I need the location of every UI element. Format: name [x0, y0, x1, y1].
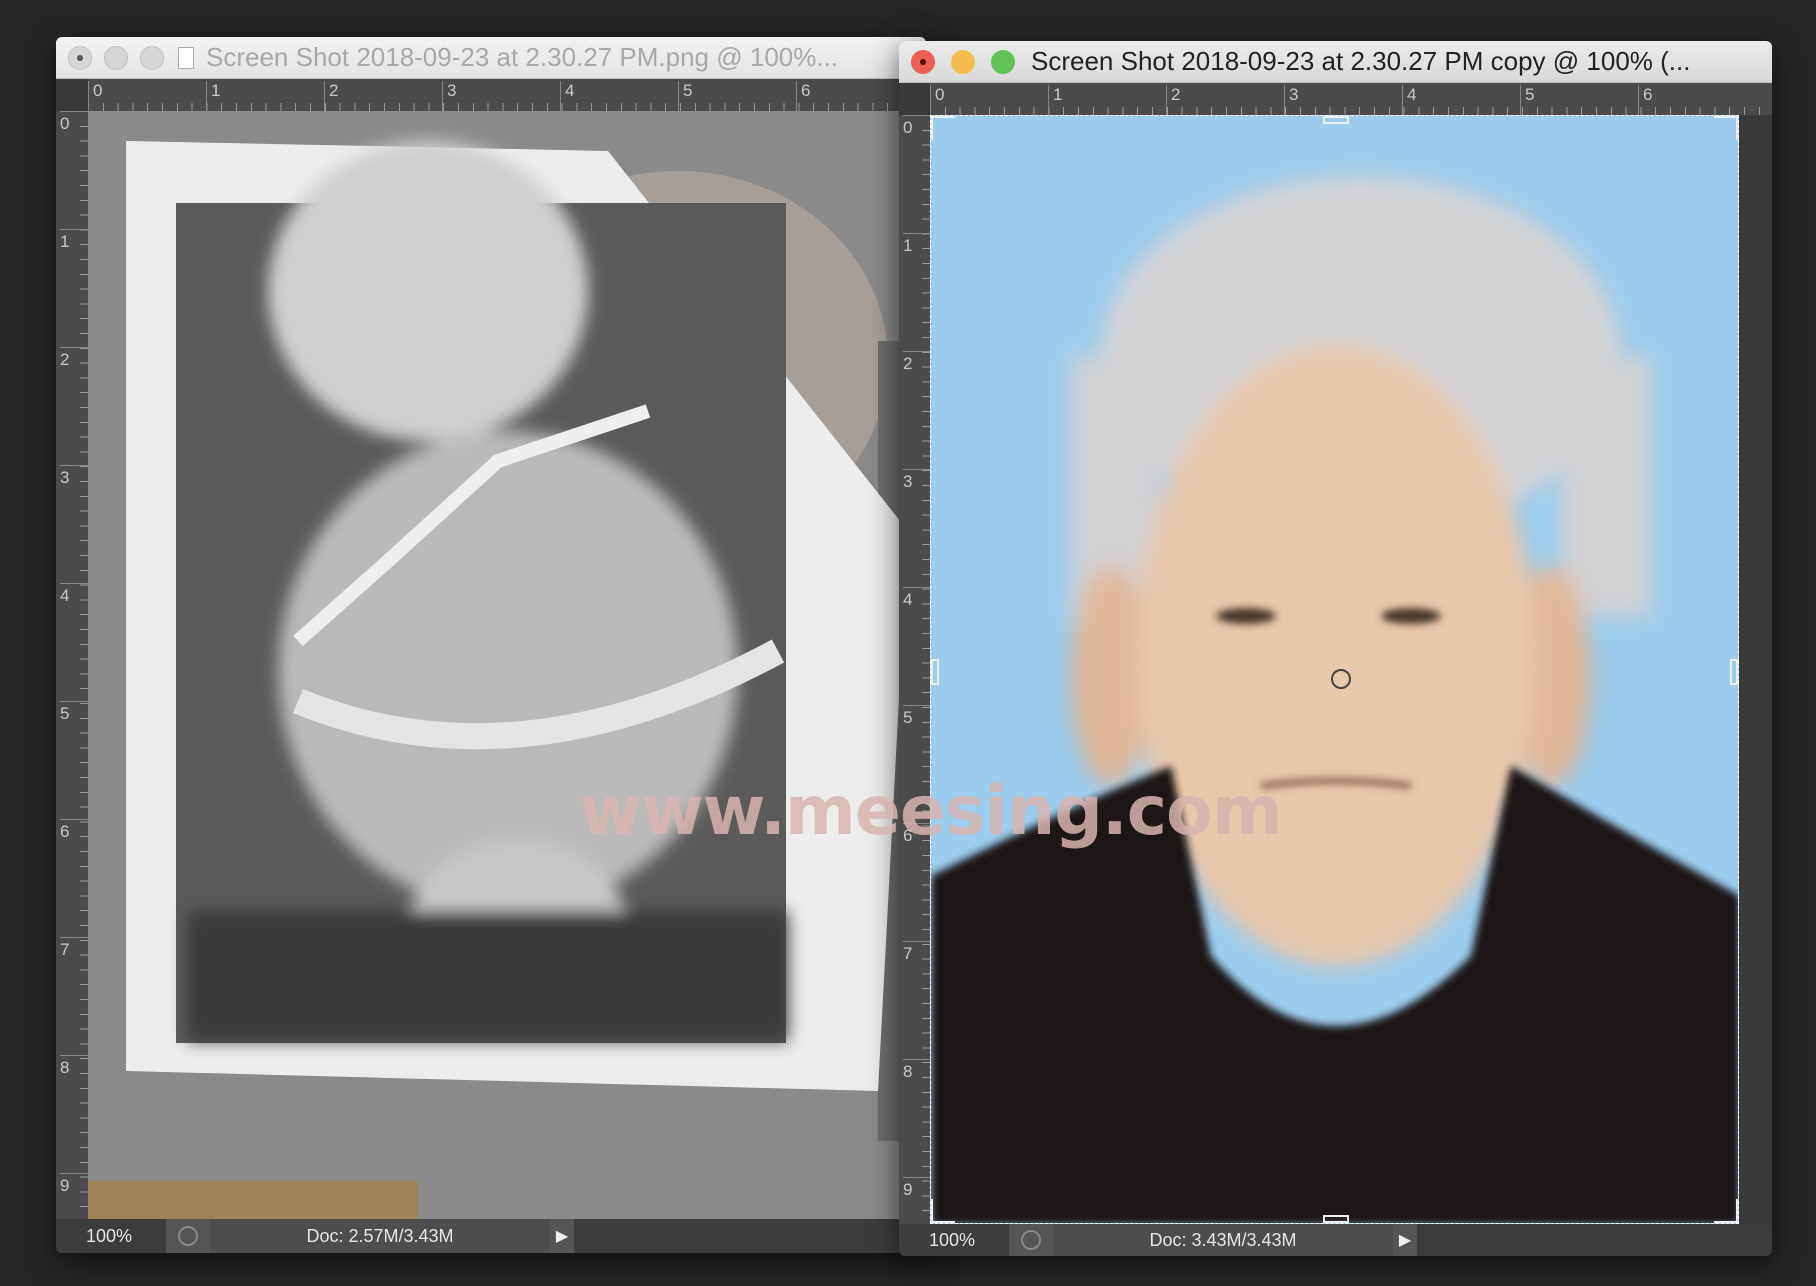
vertical-ruler[interactable]: 0 1 2 3 4 5 6 7 8 9 [56, 111, 92, 1219]
status-menu-arrow-icon[interactable]: ▶ [550, 1219, 574, 1253]
transform-handle[interactable] [931, 116, 955, 140]
ruler-label: 6 [796, 81, 810, 113]
transform-handle[interactable] [931, 659, 939, 685]
doc-size: Doc: 2.57M/3.43M [210, 1219, 550, 1253]
horizontal-ruler[interactable]: 0 1 2 3 4 5 6 [930, 83, 1772, 117]
title-bar[interactable]: Screen Shot 2018-09-23 at 2.30.27 PM.png… [56, 37, 926, 79]
ruler-label: 2 [1166, 85, 1180, 117]
minimize-button[interactable] [104, 45, 128, 70]
ruler-label: 5 [1520, 85, 1534, 117]
ruler-label: 1 [1048, 85, 1062, 117]
transform-handle[interactable] [1323, 1215, 1349, 1223]
status-menu-arrow-icon[interactable]: ▶ [1393, 1224, 1417, 1256]
transform-handle[interactable] [1323, 116, 1349, 124]
window-title: Screen Shot 2018-09-23 at 2.30.27 PM cop… [1031, 46, 1691, 76]
ruler-label: 3 [442, 81, 456, 113]
original-photo-canvas[interactable] [88, 111, 926, 1219]
crosshair-cursor-icon [1331, 669, 1351, 689]
restored-photo-canvas[interactable] [930, 115, 1739, 1224]
vertical-scrollbar[interactable] [1739, 115, 1772, 1224]
zoom-button[interactable] [140, 45, 164, 70]
transform-handle[interactable] [1714, 1199, 1738, 1223]
ruler-label: 2 [324, 81, 338, 113]
vertical-ruler[interactable]: 0 1 2 3 4 5 6 7 8 9 [899, 115, 934, 1224]
damaged-photo-image [88, 111, 926, 1219]
watermark: www.meesing.com [579, 772, 1283, 851]
close-button[interactable] [68, 45, 92, 70]
ruler-label: 5 [678, 81, 692, 113]
zoom-level[interactable]: 100% [899, 1230, 1009, 1251]
status-bar: 100% Doc: 3.43M/3.43M ▶ [899, 1224, 1772, 1256]
ruler-label: 0 [88, 81, 102, 113]
ruler-label: 6 [1638, 85, 1652, 117]
transform-handle[interactable] [931, 1199, 955, 1223]
title-bar[interactable]: Screen Shot 2018-09-23 at 2.30.27 PM cop… [899, 41, 1772, 83]
ruler-label: 3 [1284, 85, 1298, 117]
doc-size: Doc: 3.43M/3.43M [1053, 1224, 1393, 1256]
zoom-button[interactable] [991, 49, 1015, 74]
ruler-label: 1 [206, 81, 220, 113]
window-title: Screen Shot 2018-09-23 at 2.30.27 PM.png… [206, 42, 839, 72]
transform-handle[interactable] [1714, 116, 1738, 140]
close-button[interactable] [911, 49, 935, 74]
right-document-window[interactable]: Screen Shot 2018-09-23 at 2.30.27 PM cop… [899, 41, 1772, 1256]
zoom-level[interactable]: 100% [56, 1226, 166, 1247]
transform-handle[interactable] [1730, 659, 1738, 685]
ruler-label: 0 [930, 85, 944, 117]
horizontal-ruler[interactable]: 0 1 2 3 4 5 6 [88, 79, 926, 113]
left-document-window[interactable]: Screen Shot 2018-09-23 at 2.30.27 PM.png… [56, 37, 926, 1253]
status-bar: 100% Doc: 2.57M/3.43M ▶ [56, 1219, 926, 1253]
history-icon[interactable] [166, 1219, 210, 1253]
ruler-label: 4 [1402, 85, 1416, 117]
minimize-button[interactable] [951, 49, 975, 74]
document-file-icon [178, 46, 194, 69]
history-icon[interactable] [1009, 1224, 1053, 1256]
ruler-label: 4 [560, 81, 574, 113]
